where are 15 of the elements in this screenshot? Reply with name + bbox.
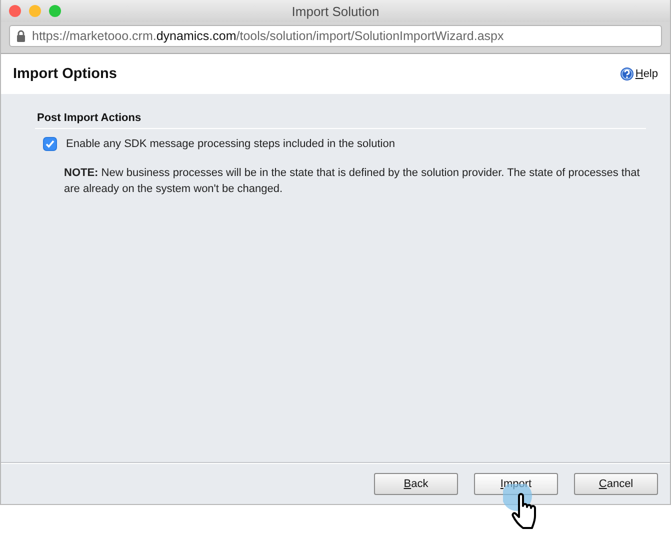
- window-title: Import Solution: [292, 4, 380, 18]
- minimize-button[interactable]: [29, 5, 41, 17]
- close-button[interactable]: [9, 5, 21, 17]
- checkbox[interactable]: [43, 137, 57, 151]
- section-title: Post Import Actions: [35, 112, 646, 129]
- wizard-button[interactable]: Back: [374, 473, 458, 495]
- option-label: Enable any SDK message processing steps included in the solution: [66, 138, 395, 150]
- help-link[interactable]: Help: [635, 68, 658, 80]
- address-field[interactable]: https://marketooo.crm.dynamics.com/tools/solution/import/SolutionImportWizard.aspx: [9, 25, 662, 47]
- zoom-button[interactable]: [49, 5, 61, 17]
- page-title: Import Options: [13, 66, 117, 82]
- wizard-button[interactable]: Cancel: [574, 473, 658, 495]
- note-text: NOTE: New business processes will be in the state that is defined by the solution provider. The state of processes that are already on the system won't be changed.: [64, 166, 641, 197]
- help-icon: [620, 67, 634, 81]
- lock-icon: [16, 30, 26, 42]
